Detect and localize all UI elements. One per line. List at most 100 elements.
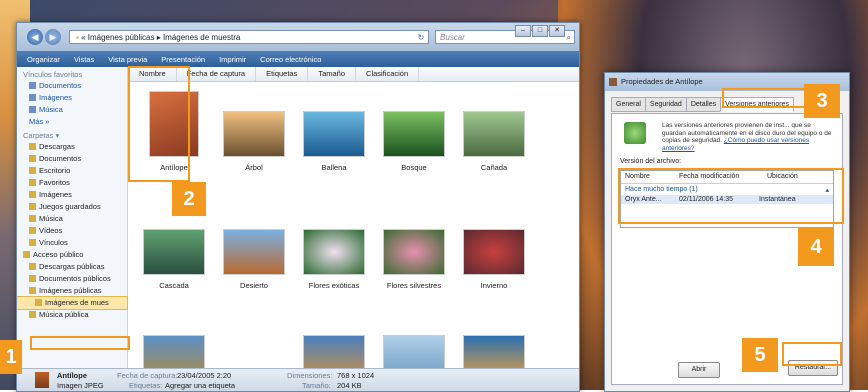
folder-icon bbox=[29, 227, 36, 234]
fav-label: Imágenes bbox=[39, 93, 72, 102]
fav-documents[interactable]: Documentos bbox=[17, 80, 127, 92]
folder-label: Música bbox=[39, 214, 63, 223]
folder-icon bbox=[29, 143, 36, 150]
image-thumbnail bbox=[463, 229, 525, 275]
toolbar-print[interactable]: Imprimir bbox=[219, 55, 246, 64]
file-label: Cascada bbox=[159, 281, 189, 290]
folder-icon bbox=[29, 203, 36, 210]
fav-label: Documentos bbox=[39, 81, 82, 90]
folder-label: Favoritos bbox=[39, 178, 70, 187]
folder-item[interactable]: Vínculos bbox=[17, 237, 127, 249]
toolbar-slideshow[interactable]: Presentación bbox=[161, 55, 205, 64]
folder-item[interactable]: Documentos públicos bbox=[17, 273, 127, 285]
file-label: Árbol bbox=[245, 163, 263, 172]
folder-item[interactable]: Vídeos bbox=[17, 225, 127, 237]
jpeg-file-icon bbox=[35, 372, 49, 388]
chevron-down-icon[interactable]: ▾ bbox=[56, 131, 60, 140]
folder-label: Vínculos bbox=[39, 238, 68, 247]
status-dim-value: 768 x 1024 bbox=[337, 371, 375, 380]
image-thumbnail bbox=[463, 111, 525, 157]
toolbar-preview[interactable]: Vista previa bbox=[108, 55, 147, 64]
toolbar-views[interactable]: Vistas bbox=[74, 55, 94, 64]
file-thumbnail[interactable]: Bosque bbox=[379, 111, 449, 172]
fav-label: Más » bbox=[29, 117, 50, 126]
breadcrumb-item[interactable]: Imágenes públicas bbox=[88, 33, 155, 42]
status-tags-value[interactable]: Agregar una etiqueta bbox=[165, 381, 235, 390]
file-thumbnail[interactable]: Árbol bbox=[219, 111, 289, 172]
folder-item[interactable]: Descargas públicas bbox=[17, 261, 127, 273]
folder-item[interactable]: Escritorio bbox=[17, 165, 127, 177]
file-thumbnail[interactable]: Desierto bbox=[219, 229, 289, 290]
window-controls: – □ ✕ bbox=[515, 25, 565, 37]
column-rating[interactable]: Clasificación bbox=[356, 67, 420, 81]
folder-label: Descargas bbox=[39, 142, 75, 151]
maximize-button[interactable]: □ bbox=[532, 25, 548, 37]
image-thumbnail bbox=[143, 229, 205, 275]
folder-item[interactable]: Favoritos bbox=[17, 177, 127, 189]
folder-icon bbox=[29, 155, 36, 162]
file-label: Ballena bbox=[321, 163, 347, 172]
status-date-value: 23/04/2005 2:20 bbox=[177, 371, 232, 380]
folder-label: Imágenes bbox=[39, 190, 72, 199]
back-button[interactable]: ◀ bbox=[27, 29, 43, 45]
toolbar-organize[interactable]: Organizar bbox=[27, 55, 60, 64]
info-text: Las versiones anteriores provienen de in… bbox=[662, 122, 832, 152]
fav-label: Música bbox=[39, 105, 63, 114]
folder-item[interactable]: Juegos guardados bbox=[17, 201, 127, 213]
folder-icon bbox=[29, 215, 36, 222]
folder-label: Escritorio bbox=[39, 166, 71, 175]
highlight-versions bbox=[618, 168, 844, 224]
folder-item[interactable]: Descargas bbox=[17, 141, 127, 153]
close-button[interactable]: ✕ bbox=[549, 25, 565, 37]
status-file-name: Antílope bbox=[57, 371, 87, 380]
breadcrumb-item[interactable]: Imágenes de muestra bbox=[163, 33, 240, 42]
image-thumbnail bbox=[223, 111, 285, 157]
folder-item[interactable]: Música pública bbox=[17, 309, 127, 321]
folder-item[interactable]: Acceso público bbox=[17, 249, 127, 261]
forward-button[interactable]: ▶ bbox=[45, 29, 61, 45]
folder-icon bbox=[29, 275, 36, 282]
address-bar[interactable]: ▪ « Imágenes públicas ▸ Imágenes de mues… bbox=[69, 30, 429, 44]
file-grid: Antílope Árbol Ballena Bosque Cañada Cas… bbox=[129, 83, 579, 381]
folder-icon bbox=[35, 299, 42, 306]
file-thumbnail[interactable]: Flores silvestres bbox=[379, 229, 449, 290]
column-tags[interactable]: Etiquetas bbox=[256, 67, 309, 81]
folder-item[interactable]: Imágenes bbox=[17, 189, 127, 201]
file-label: Desierto bbox=[240, 281, 268, 290]
toolbar-email[interactable]: Correo electrónico bbox=[260, 55, 321, 64]
callout-5: 5 bbox=[742, 338, 778, 372]
minimize-button[interactable]: – bbox=[515, 25, 531, 37]
folder-item-selected[interactable]: Imágenes de mues bbox=[17, 296, 128, 310]
highlight-folder bbox=[30, 336, 130, 350]
fav-images[interactable]: Imágenes bbox=[17, 92, 127, 104]
status-size-value: 204 KB bbox=[337, 381, 362, 390]
status-tags-label: Etiquetas: bbox=[129, 381, 163, 390]
callout-1: 1 bbox=[0, 340, 22, 374]
search-placeholder: Buscar bbox=[440, 33, 465, 42]
tab-security[interactable]: Seguridad bbox=[644, 97, 687, 112]
file-thumbnail[interactable]: Ballena bbox=[299, 111, 369, 172]
image-thumbnail bbox=[223, 229, 285, 275]
refresh-icon[interactable]: ↻ bbox=[414, 31, 428, 43]
tab-general[interactable]: General bbox=[611, 97, 646, 112]
file-thumbnail[interactable]: Cascada bbox=[139, 229, 209, 290]
fav-more[interactable]: Más » bbox=[17, 116, 127, 128]
folder-item[interactable]: Imágenes públicas bbox=[17, 285, 127, 297]
folder-icon bbox=[29, 311, 36, 318]
search-icon[interactable]: ⌕ bbox=[567, 31, 571, 45]
documents-icon bbox=[29, 82, 36, 89]
file-thumbnail[interactable]: Cañada bbox=[459, 111, 529, 172]
file-thumbnail[interactable]: Invierno bbox=[459, 229, 529, 290]
image-thumbnail bbox=[303, 229, 365, 275]
folders-header[interactable]: Carpetas ▾ bbox=[17, 128, 127, 141]
tab-details[interactable]: Detalles bbox=[685, 97, 722, 112]
folder-label: Música pública bbox=[39, 310, 89, 319]
open-button[interactable]: Abrir bbox=[678, 362, 720, 378]
folder-item[interactable]: Documentos bbox=[17, 153, 127, 165]
fav-music[interactable]: Música bbox=[17, 104, 127, 116]
folder-item[interactable]: Música bbox=[17, 213, 127, 225]
image-thumbnail bbox=[383, 229, 445, 275]
file-thumbnail[interactable]: Flores exóticas bbox=[299, 229, 369, 290]
column-size[interactable]: Tamaño bbox=[308, 67, 357, 81]
file-label: Bosque bbox=[401, 163, 427, 172]
